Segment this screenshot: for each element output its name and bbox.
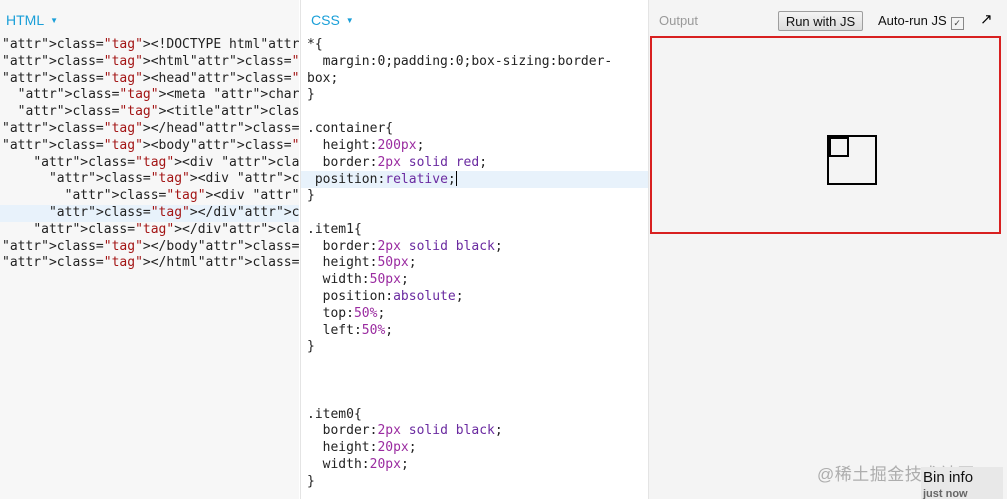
css-code-line: width:20px; <box>307 456 409 472</box>
bin-info-title: Bin info <box>923 469 974 486</box>
css-code-line <box>301 390 648 407</box>
run-with-js-button[interactable]: Run with JS <box>778 11 863 31</box>
css-code-line: height:200px; <box>307 137 425 153</box>
rendered-container <box>650 36 1001 234</box>
html-panel-label: HTML <box>6 12 45 28</box>
html-code-line: "attr">class="tag"></head"attr">class="t… <box>2 120 299 136</box>
css-code-line: border:2px solid red; <box>307 154 488 170</box>
css-editor-panel: CSS ▼ *{ margin:0;padding:0;box-sizing:bo… <box>300 0 648 499</box>
text-cursor <box>455 171 457 187</box>
html-code-line: "attr">class="tag"><!DOCTYPE html"attr">… <box>2 37 299 52</box>
css-panel-tab[interactable]: CSS ▼ <box>311 12 354 28</box>
checkbox-checked-icon[interactable]: ✓ <box>950 17 964 30</box>
chevron-down-icon: ▼ <box>50 16 59 25</box>
popout-arrow-icon[interactable]: ↗ <box>980 10 993 28</box>
css-code-line: left:50%; <box>307 322 394 338</box>
html-code-line: "attr">class="tag"><html"attr">class="ta… <box>2 53 299 69</box>
css-code-line <box>301 373 648 390</box>
html-code-line: "attr">class="tag"><div "attr">class="co… <box>33 154 299 170</box>
html-code-line: "attr">class="tag"></div"attr">class="ta… <box>0 204 299 222</box>
chevron-down-icon: ▼ <box>345 16 354 25</box>
autorun-label: Auto-run JS <box>878 13 947 28</box>
css-code-line: } <box>307 339 315 355</box>
html-code-editor[interactable]: "attr">class="tag"><!DOCTYPE html"attr">… <box>0 37 299 272</box>
html-code-line: "attr">class="tag"><title"attr">class="t… <box>17 104 299 120</box>
html-code-line: "attr">class="tag"></body"attr">class="t… <box>2 238 299 254</box>
html-code-line: "attr">class="tag"></div"attr">class="ta… <box>33 221 299 237</box>
css-code-line: .item1{ <box>307 221 362 237</box>
css-code-line <box>301 205 648 222</box>
html-code-line: "attr">class="tag"><body"attr">class="ta… <box>2 137 299 153</box>
css-code-line: position:absolute; <box>307 288 464 304</box>
output-panel: Output Run with JS Auto-run JS ✓ ↗ @稀土掘金技… <box>648 0 1007 499</box>
html-code-line: "attr">class="tag"><div "attr">class="it… <box>64 188 299 204</box>
autorun-toggle[interactable]: Auto-run JS ✓ <box>878 13 964 30</box>
css-code-line: .item0{ <box>307 406 362 422</box>
bin-info-subtitle: just now <box>923 488 968 499</box>
css-code-line: } <box>307 87 315 103</box>
html-code-line: "attr">class="tag"></html"attr">class="t… <box>2 255 299 271</box>
css-code-line: margin:0;padding:0;box-sizing:border- <box>307 53 613 69</box>
css-code-line: *{ <box>307 37 323 52</box>
rendered-item0 <box>829 137 849 157</box>
css-panel-label: CSS <box>311 12 340 28</box>
html-editor-panel: HTML ▼ "attr">class="tag"><!DOCTYPE html"… <box>0 0 299 499</box>
css-code-editor[interactable]: *{ margin:0;padding:0;box-sizing:border-… <box>301 37 648 491</box>
css-code-line <box>301 104 648 121</box>
output-panel-label: Output <box>659 13 699 28</box>
css-code-line: height:50px; <box>307 255 417 271</box>
css-code-line: border:2px solid black; <box>307 238 503 254</box>
html-code-line: "attr">class="tag"><meta "attr">charset=… <box>17 87 299 103</box>
css-code-line: width:50px; <box>307 272 409 288</box>
css-code-line: box; <box>307 70 339 86</box>
html-panel-tab[interactable]: HTML ▼ <box>6 12 58 28</box>
css-code-line: top:50%; <box>307 305 386 321</box>
html-code-line: "attr">class="tag"><head"attr">class="ta… <box>2 70 299 86</box>
css-code-line: } <box>307 188 315 204</box>
bin-info-button[interactable]: Bin info just now <box>921 467 1003 499</box>
html-code-line: "attr">class="tag"><div "attr">class="it… <box>48 171 299 187</box>
css-code-line: border:2px solid black; <box>307 423 503 439</box>
css-code-line: } <box>307 473 315 489</box>
css-code-line <box>301 356 648 373</box>
css-code-line: position:relative; <box>301 171 648 189</box>
css-code-line: .container{ <box>307 120 394 136</box>
css-code-line: height:20px; <box>307 440 417 456</box>
rendered-item1 <box>827 135 877 185</box>
